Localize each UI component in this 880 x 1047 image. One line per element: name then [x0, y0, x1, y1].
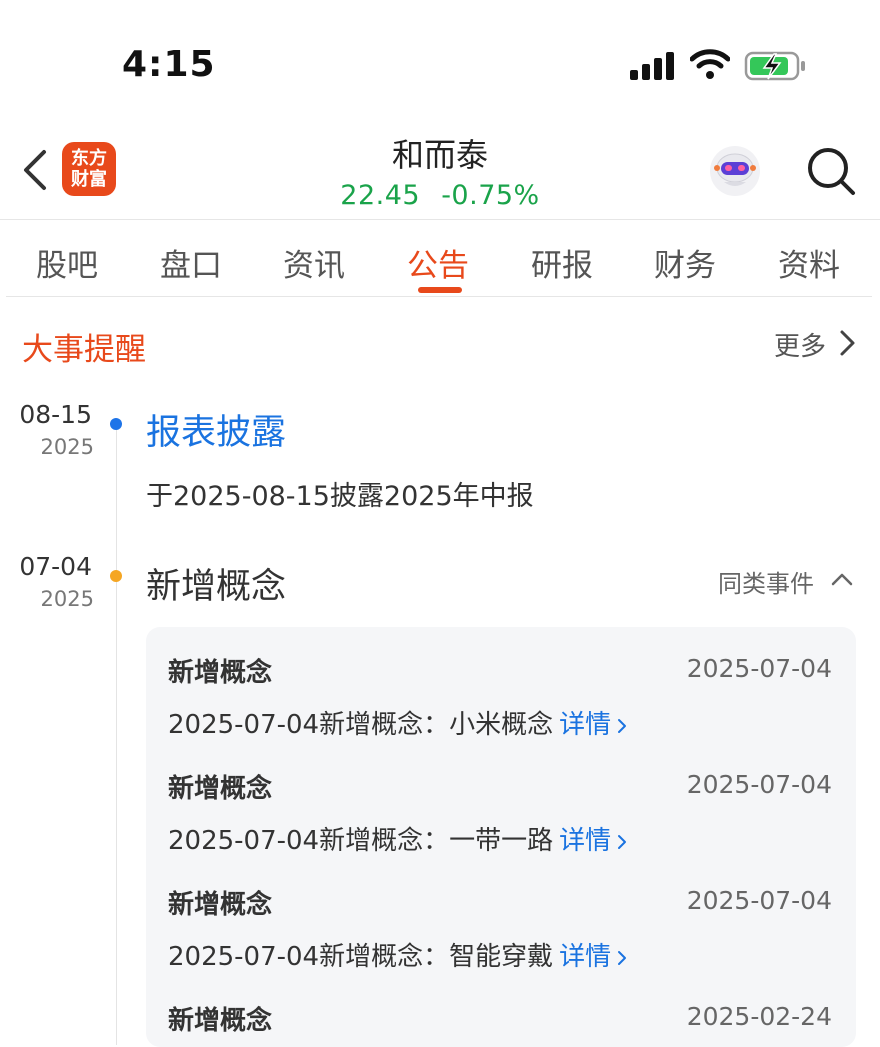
card-item-desc-row: 2025-07-04新增概念：小米概念 详情 [168, 704, 627, 741]
chevron-up-icon[interactable] [830, 570, 854, 588]
event-title-report-disclosure[interactable]: 报表披露 [146, 404, 286, 455]
details-link[interactable]: 详情 [559, 942, 611, 972]
chevron-right-icon[interactable] [617, 718, 627, 734]
header-divider [0, 219, 880, 220]
ai-assistant-robot-icon[interactable] [708, 144, 762, 198]
card-item-desc: 2025-07-04新增概念：一带一路 [168, 826, 554, 856]
active-tab-indicator [418, 287, 462, 293]
tab-profile[interactable]: 资料 [778, 240, 840, 285]
more-link[interactable]: 更多 [774, 326, 826, 363]
card-item-desc: 2025-07-04新增概念：智能穿戴 [168, 942, 554, 972]
tab-announcements[interactable]: 公告 [407, 240, 469, 285]
chevron-right-icon[interactable] [617, 834, 627, 850]
details-link[interactable]: 详情 [559, 826, 611, 856]
event-year: 2025 [40, 587, 94, 611]
tab-pankou[interactable]: 盘口 [160, 240, 222, 285]
cellular-signal-icon [630, 52, 674, 80]
event-year: 2025 [40, 435, 94, 459]
card-item-date: 2025-07-04 [686, 770, 832, 799]
tab-guba[interactable]: 股吧 [36, 240, 98, 285]
card-item-date: 2025-07-04 [686, 886, 832, 915]
timeline-dot-orange [110, 570, 122, 582]
tabs-divider [6, 296, 872, 297]
search-icon[interactable] [806, 146, 856, 196]
details-link[interactable]: 详情 [559, 710, 611, 740]
card-item-desc-row: 2025-07-04新增概念：一带一路 详情 [168, 820, 627, 857]
tab-finance[interactable]: 财务 [654, 240, 716, 285]
timeline-line [116, 425, 117, 1045]
similar-events-toggle[interactable]: 同类事件 [718, 564, 814, 599]
card-item-desc: 2025-07-04新增概念：小米概念 [168, 710, 554, 740]
tab-research[interactable]: 研报 [531, 240, 593, 285]
timeline-dot-blue [110, 418, 122, 430]
status-time: 4:15 [122, 44, 216, 85]
chevron-right-icon[interactable] [836, 328, 858, 358]
wifi-icon [690, 49, 730, 79]
section-title: 大事提醒 [22, 332, 146, 368]
battery-charging-icon [744, 51, 805, 81]
event-date: 07-04 [19, 552, 92, 581]
card-item-date: 2025-02-24 [686, 1002, 832, 1031]
event-description: 于2025-08-15披露2025年中报 [146, 481, 534, 512]
stock-change-pct: -0.75% [441, 180, 540, 211]
card-item-desc-row: 2025-07-04新增概念：智能穿戴 详情 [168, 936, 627, 973]
card-item-title: 新增概念 [168, 1006, 273, 1036]
chevron-right-icon[interactable] [617, 950, 627, 966]
event-date: 08-15 [19, 400, 92, 429]
card-item-title: 新增概念 [168, 658, 273, 688]
card-item-date: 2025-07-04 [686, 654, 832, 683]
card-item-title: 新增概念 [168, 890, 273, 920]
event-title-new-concept: 新增概念 [146, 567, 287, 607]
stock-price: 22.45 [340, 180, 421, 211]
card-item-title: 新增概念 [168, 774, 273, 804]
tab-news[interactable]: 资讯 [283, 240, 345, 285]
